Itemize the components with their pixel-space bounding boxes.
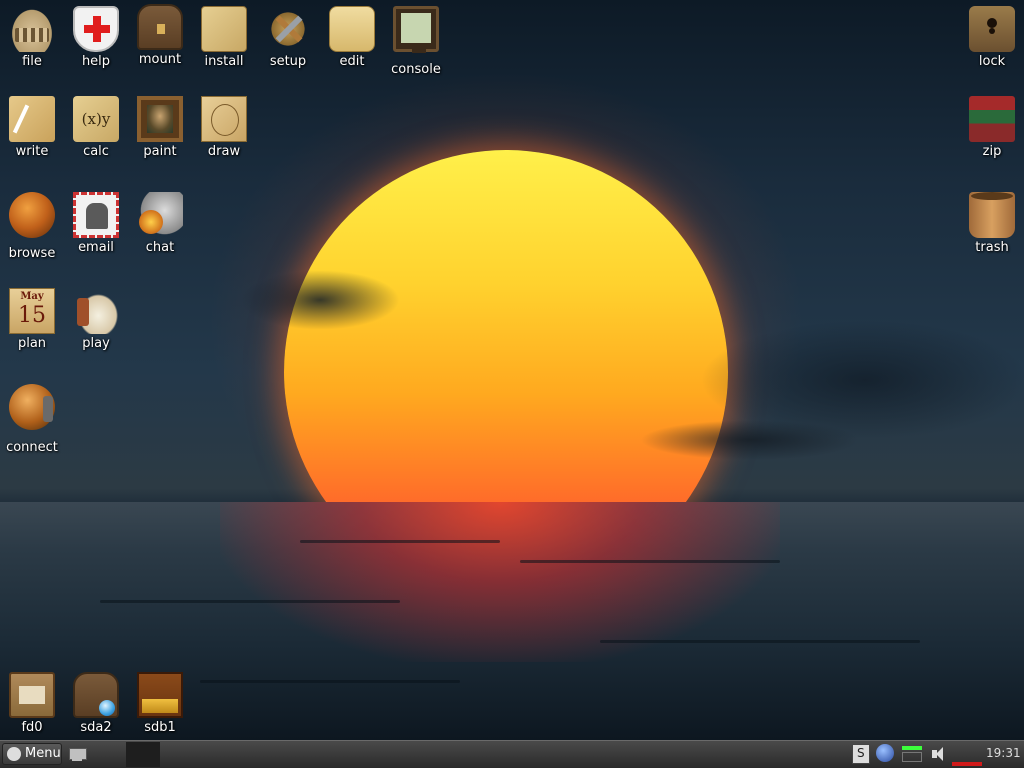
- cloud: [700, 320, 1024, 440]
- calendar-day: 15: [18, 303, 46, 328]
- desktop-icon-label: sda2: [80, 720, 112, 735]
- sun-reflection: [220, 502, 780, 662]
- wave: [600, 640, 920, 643]
- wave: [100, 600, 400, 603]
- desktop-icon-label: plan: [17, 336, 47, 351]
- desktop-icon-label: write: [15, 144, 49, 159]
- taskbar: Menu: [0, 740, 1024, 768]
- quill-paper-icon: [9, 96, 55, 142]
- chest-disk-icon: [73, 672, 119, 718]
- desktop-icon-label: play: [82, 336, 110, 351]
- desktop-icon-label: connect: [6, 440, 58, 455]
- desktop-icon-play[interactable]: play: [64, 288, 128, 351]
- battery-icon[interactable]: [900, 744, 924, 764]
- desktop-icon-install[interactable]: install: [192, 6, 256, 69]
- colosseum-icon: [9, 6, 55, 52]
- desktop-icon-calc[interactable]: (x)y calc: [64, 96, 128, 159]
- red-cross-shield-icon: [73, 6, 119, 52]
- desktop-icon-console[interactable]: console: [384, 6, 448, 77]
- desktop-icon-label: mount: [138, 52, 182, 67]
- desktop-icon-edit[interactable]: edit: [320, 6, 384, 69]
- desktop-icon-setup[interactable]: setup: [256, 6, 320, 69]
- calendar-icon: May 15: [9, 288, 55, 334]
- desktop-icon-label: lock: [978, 54, 1006, 69]
- globe-icon: [9, 192, 55, 238]
- script-icon[interactable]: [852, 744, 870, 764]
- desktop-icon-label: edit: [339, 54, 365, 69]
- framed-painting-icon: [137, 96, 183, 142]
- clock[interactable]: 19:31: [986, 746, 1021, 760]
- globe-phone-icon: [9, 384, 55, 430]
- desktop-icon-plan[interactable]: May 15 plan: [0, 288, 64, 351]
- menu-icon: [7, 747, 21, 761]
- desktop-icon-label: zip: [982, 144, 1002, 159]
- drawer-drive-icon: [137, 672, 183, 718]
- desktop-icon-label: trash: [975, 240, 1009, 255]
- task-slot[interactable]: [126, 742, 160, 767]
- calc-parchment-icon: (x)y: [73, 96, 119, 142]
- floppy-drive-icon: [9, 672, 55, 718]
- desktop-icon-lock[interactable]: lock: [960, 6, 1024, 69]
- desktop-icon-label: email: [78, 240, 114, 255]
- parchment-package-icon: [201, 6, 247, 52]
- desktop-icon-fd0[interactable]: fd0: [0, 672, 64, 735]
- desktop-icon-label: calc: [83, 144, 109, 159]
- cloud: [240, 270, 400, 330]
- desktop-icon-file[interactable]: file: [0, 6, 64, 69]
- network-icon[interactable]: [876, 744, 894, 762]
- desktop-icon-draw[interactable]: draw: [192, 96, 256, 159]
- desktop-icon-trash[interactable]: trash: [960, 192, 1024, 255]
- desktop-icon-label: help: [81, 54, 111, 69]
- desktop-icon-write[interactable]: write: [0, 96, 64, 159]
- lute-icon: [73, 288, 119, 334]
- desktop-icon-connect[interactable]: connect: [0, 384, 64, 455]
- wave: [200, 680, 460, 683]
- desktop-icon-help[interactable]: help: [64, 6, 128, 69]
- monitor-icon: [393, 6, 439, 53]
- desktop-icon-sda2[interactable]: sda2: [64, 672, 128, 735]
- volume-icon[interactable]: [930, 744, 948, 764]
- treasure-chest-icon: [137, 4, 183, 50]
- show-desktop-icon[interactable]: [68, 746, 87, 762]
- desktop-icon-label: browse: [8, 246, 56, 261]
- desktop-icon-chat[interactable]: chat: [128, 192, 192, 255]
- desktop-icon-browse[interactable]: browse: [0, 192, 64, 261]
- desktop-icon-email[interactable]: email: [64, 192, 128, 255]
- desktop-icon-label: paint: [143, 144, 177, 159]
- desktop-icon-label: file: [22, 54, 42, 69]
- postage-stamp-icon: [73, 192, 119, 238]
- knight-helmet-icon: [137, 192, 183, 238]
- status-indicator: [952, 762, 982, 766]
- scroll-quill-icon: [329, 6, 375, 52]
- crossed-tools-icon: [265, 6, 311, 52]
- menu-button-label: Menu: [25, 746, 61, 761]
- wave: [300, 540, 500, 543]
- desktop-icon-zip[interactable]: zip: [960, 96, 1024, 159]
- calendar-month: May: [20, 291, 44, 302]
- desktop-icon-label: console: [391, 62, 441, 77]
- desktop-icon-label: chat: [145, 240, 175, 255]
- desktop-icon-mount[interactable]: mount: [128, 4, 192, 67]
- desktop-icon-label: fd0: [21, 720, 43, 735]
- vitruvian-man-icon: [201, 96, 247, 142]
- wave: [520, 560, 780, 563]
- keyhole-icon: [969, 6, 1015, 52]
- book-stack-icon: [969, 96, 1015, 142]
- desktop-icon-label: sdb1: [144, 720, 176, 735]
- desktop-wallpaper: file help mount install setup edit conso…: [0, 0, 1024, 740]
- desktop-icon-label: setup: [269, 54, 307, 69]
- desktop-icon-paint[interactable]: paint: [128, 96, 192, 159]
- wooden-bucket-icon: [969, 192, 1015, 238]
- desktop-icon-label: draw: [207, 144, 241, 159]
- desktop-icon-sdb1[interactable]: sdb1: [128, 672, 192, 735]
- desktop-icon-label: install: [204, 54, 244, 69]
- menu-button[interactable]: Menu: [2, 743, 62, 765]
